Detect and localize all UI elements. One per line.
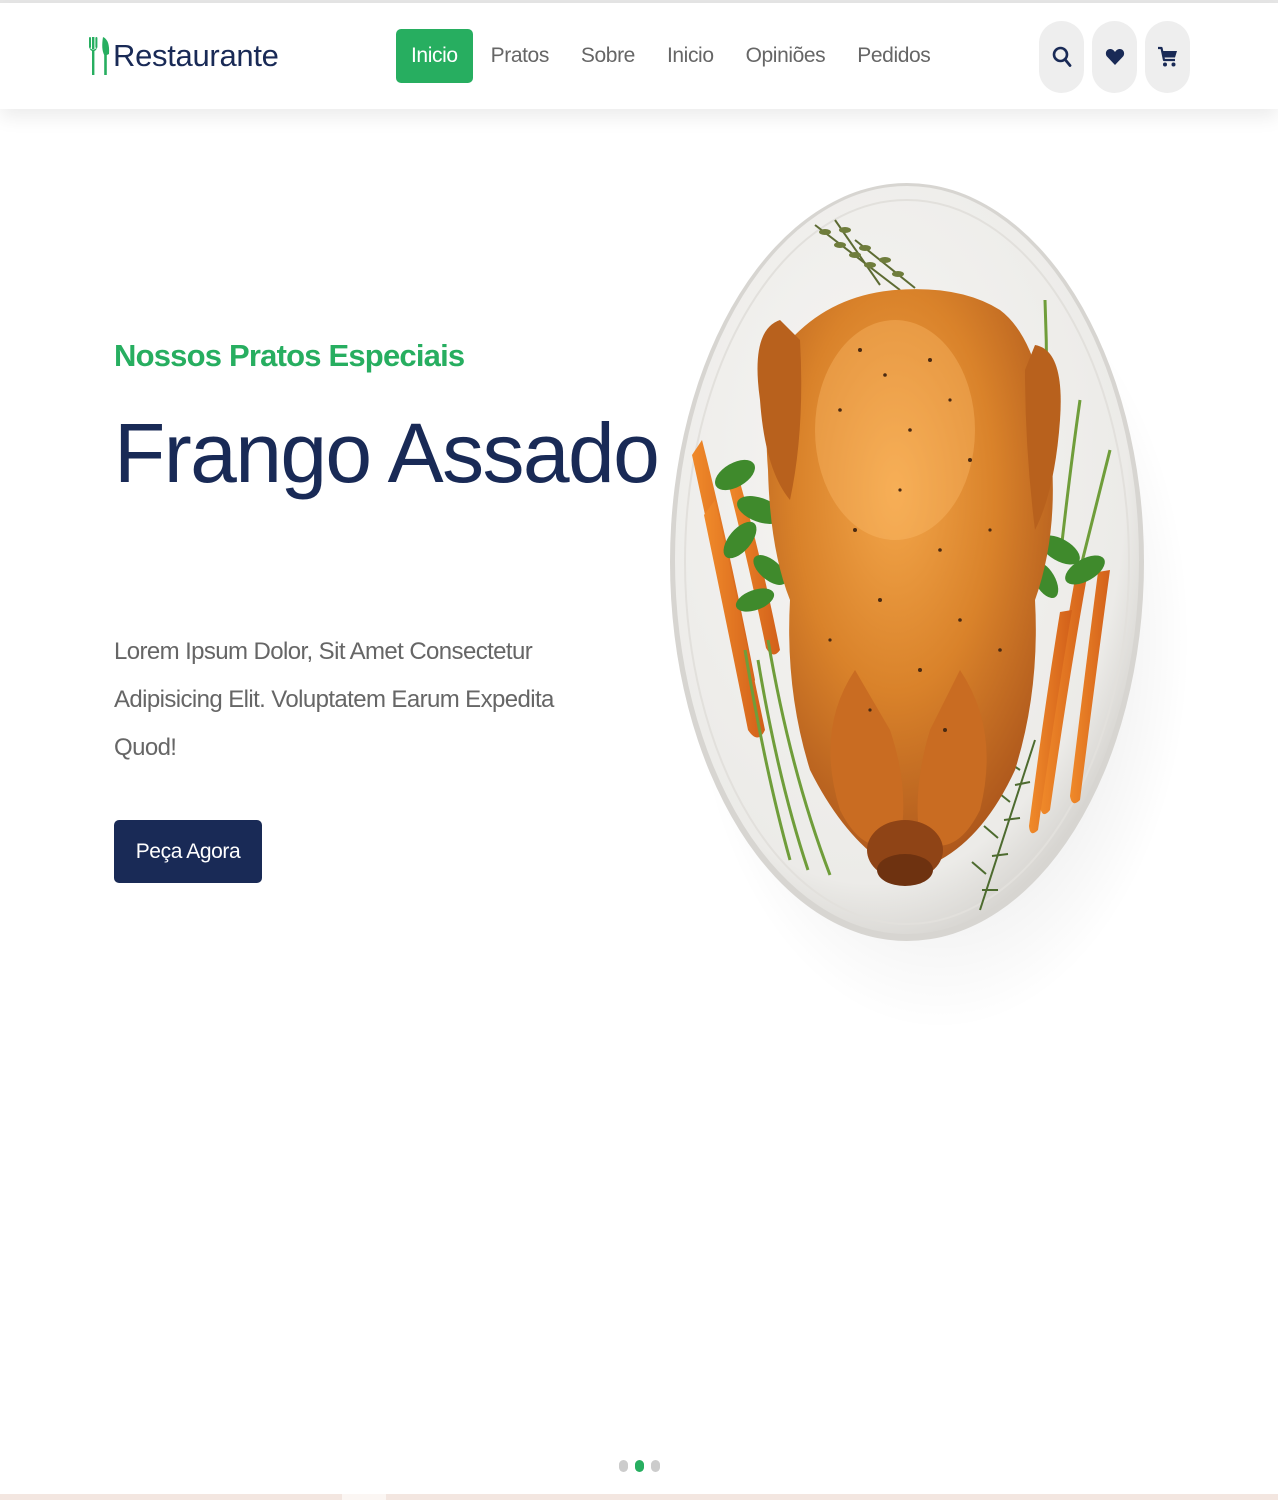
brand-name: Restaurante bbox=[113, 38, 279, 73]
heart-icon bbox=[1105, 49, 1124, 65]
nav-item-sobre[interactable]: Sobre bbox=[565, 29, 651, 83]
roast-chicken-image bbox=[670, 183, 1190, 1030]
cart-button[interactable] bbox=[1145, 21, 1190, 93]
nav-item-opinioes[interactable]: Opiniões bbox=[730, 29, 842, 83]
slider-dot-2[interactable] bbox=[635, 1460, 644, 1472]
slider-dot-1[interactable] bbox=[619, 1460, 628, 1472]
slider-dot-3[interactable] bbox=[651, 1460, 660, 1472]
nav-item-inicio-2[interactable]: Inicio bbox=[651, 29, 730, 83]
main-nav: Inicio Pratos Sobre Inicio Opiniões Pedi… bbox=[396, 29, 946, 83]
hero-subtitle: Nossos Pratos Especiais bbox=[114, 338, 465, 373]
nav-item-pratos[interactable]: Pratos bbox=[475, 29, 565, 83]
search-icon bbox=[1052, 46, 1071, 67]
favorites-button[interactable] bbox=[1092, 21, 1137, 93]
next-section-edge-gap bbox=[342, 1494, 386, 1500]
slider-pagination bbox=[619, 1460, 660, 1472]
next-section-edge bbox=[0, 1494, 1278, 1500]
nav-item-pedidos[interactable]: Pedidos bbox=[841, 29, 946, 83]
header-icons bbox=[1039, 21, 1190, 93]
search-button[interactable] bbox=[1039, 21, 1084, 93]
cart-icon bbox=[1157, 46, 1177, 67]
brand-logo[interactable]: Restaurante bbox=[88, 33, 279, 79]
hero-title: Frango Assado bbox=[114, 406, 660, 500]
hero-description: Lorem Ipsum Dolor, Sit Amet Consectetur … bbox=[114, 638, 554, 761]
order-now-button[interactable]: Peça Agora bbox=[114, 820, 262, 883]
site-header: Restaurante Inicio Pratos Sobre Inicio O… bbox=[0, 3, 1278, 109]
utensils-icon bbox=[89, 37, 110, 75]
nav-item-inicio[interactable]: Inicio bbox=[396, 29, 473, 83]
